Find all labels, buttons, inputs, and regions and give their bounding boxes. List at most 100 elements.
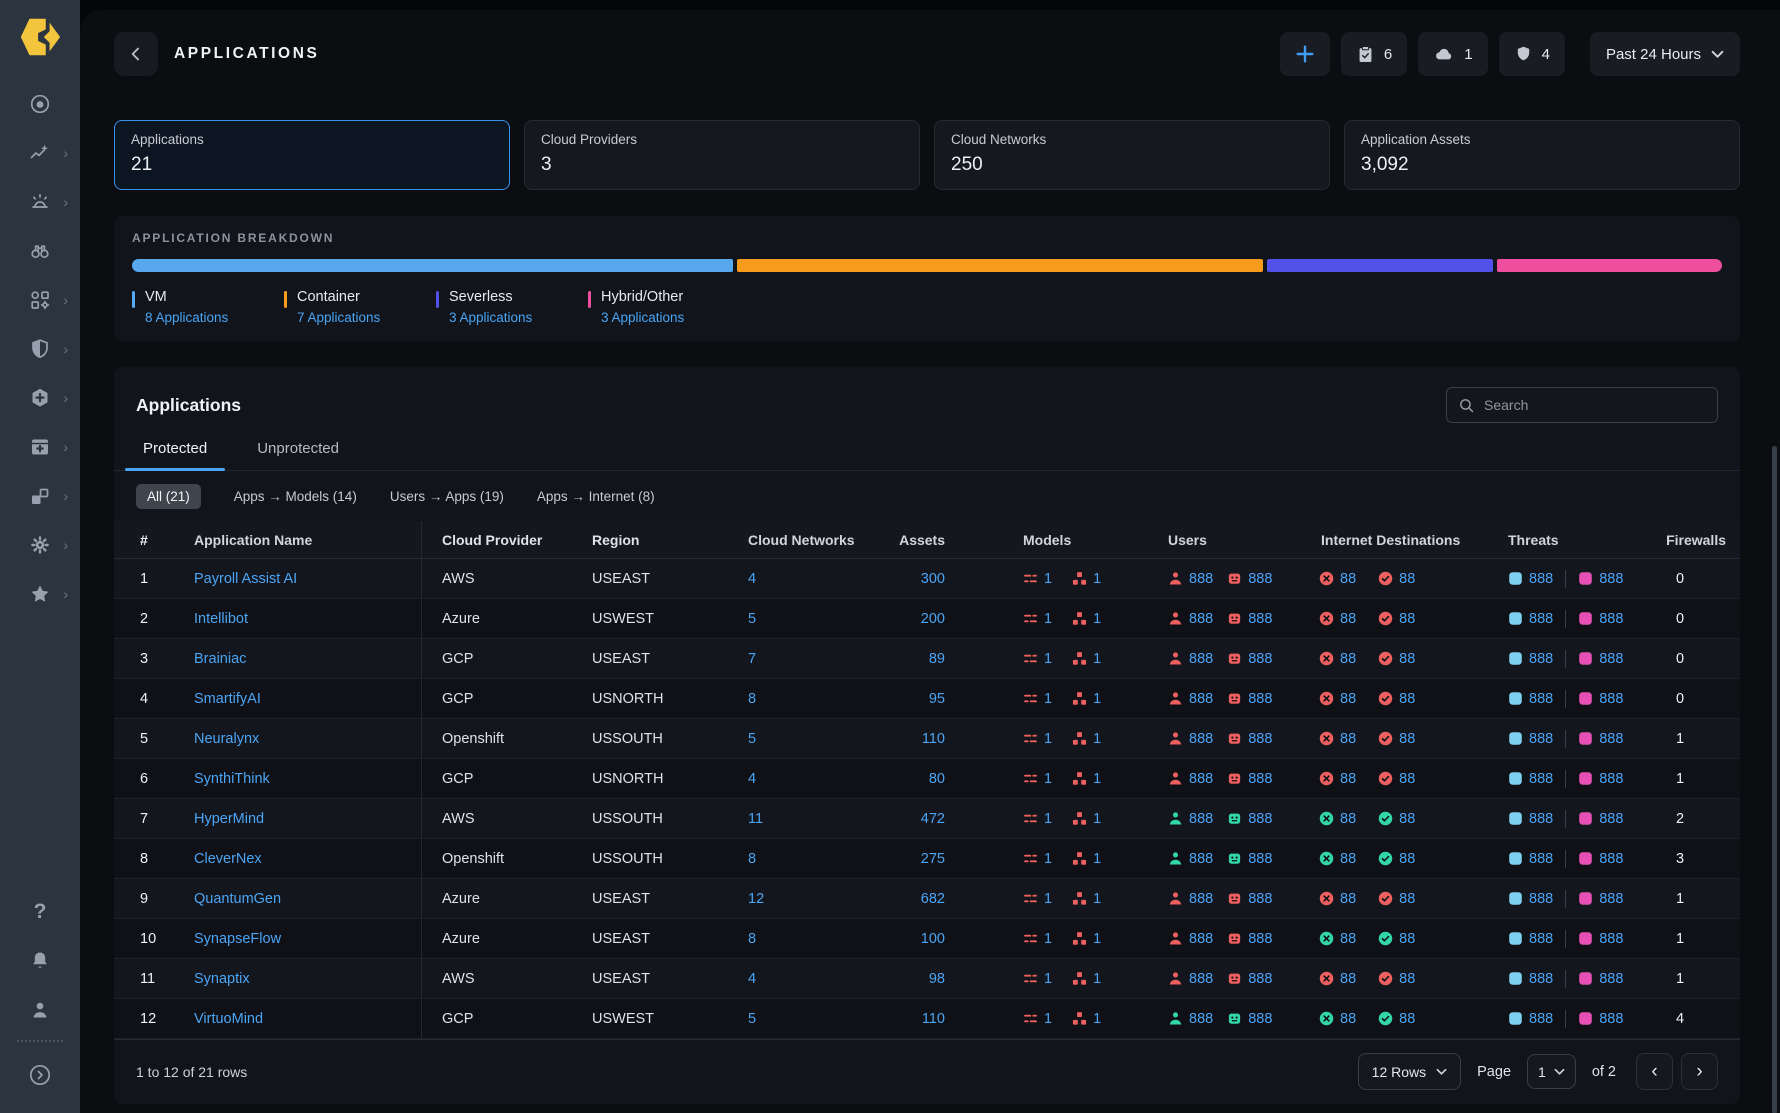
model-cluster-count[interactable]: 1 xyxy=(1072,651,1101,667)
model-flows-count[interactable]: 1 xyxy=(1023,811,1052,827)
prisma-logo[interactable] xyxy=(17,13,63,61)
stat-card-cloud-networks[interactable]: Cloud Networks 250 xyxy=(934,120,1330,190)
model-flows-count[interactable]: 1 xyxy=(1023,931,1052,947)
scrollbar-thumb[interactable] xyxy=(1772,446,1777,1113)
tab-protected[interactable]: Protected xyxy=(136,440,214,470)
sidebar-item-alerts[interactable]: › xyxy=(0,177,80,226)
network-threats-count[interactable]: 888 xyxy=(1508,891,1553,907)
network-threats-count[interactable]: 888 xyxy=(1508,811,1553,827)
human-users-count[interactable]: 888 xyxy=(1168,891,1213,907)
human-users-count[interactable]: 888 xyxy=(1168,691,1213,707)
scan-counter-chip[interactable]: 6 xyxy=(1341,32,1407,76)
filter-apps-models[interactable]: Apps → Models (14) xyxy=(234,489,357,504)
model-cluster-count[interactable]: 1 xyxy=(1072,1011,1101,1027)
human-users-count[interactable]: 888 xyxy=(1168,1011,1213,1027)
sidebar-item-add-window[interactable]: › xyxy=(0,422,80,471)
agent-users-count[interactable]: 888 xyxy=(1227,611,1272,627)
allowed-destinations-count[interactable]: 88 xyxy=(1378,571,1415,587)
agent-users-count[interactable]: 888 xyxy=(1227,1011,1272,1027)
notifications-button[interactable] xyxy=(0,936,80,985)
sidebar-item-inventory[interactable]: › xyxy=(0,471,80,520)
breakdown-segment[interactable] xyxy=(1497,259,1722,272)
blocked-destinations-count[interactable]: 88 xyxy=(1319,771,1356,787)
search-input[interactable] xyxy=(1484,397,1706,413)
column-header-firewalls[interactable]: Firewalls xyxy=(1650,532,1740,548)
legend-applications-link[interactable]: 3 Applications xyxy=(601,310,684,325)
cloud-networks-link[interactable]: 5 xyxy=(748,731,888,747)
model-cluster-count[interactable]: 1 xyxy=(1072,891,1101,907)
blocked-destinations-count[interactable]: 88 xyxy=(1319,731,1356,747)
model-cluster-count[interactable]: 1 xyxy=(1072,811,1101,827)
human-users-count[interactable]: 888 xyxy=(1168,771,1213,787)
cloud-networks-link[interactable]: 12 xyxy=(748,891,888,907)
model-cluster-count[interactable]: 1 xyxy=(1072,851,1101,867)
column-header-region[interactable]: Region xyxy=(590,532,748,548)
search-box[interactable] xyxy=(1446,387,1718,423)
application-link[interactable]: VirtuoMind xyxy=(194,1011,263,1027)
legend-applications-link[interactable]: 8 Applications xyxy=(145,310,228,325)
agent-users-count[interactable]: 888 xyxy=(1227,571,1272,587)
model-cluster-count[interactable]: 1 xyxy=(1072,571,1101,587)
app-threats-count[interactable]: 888 xyxy=(1578,771,1623,787)
assets-link[interactable]: 100 xyxy=(888,931,998,947)
sidebar-item-security[interactable]: › xyxy=(0,324,80,373)
filter-all[interactable]: All (21) xyxy=(136,484,201,509)
network-threats-count[interactable]: 888 xyxy=(1508,771,1553,787)
application-link[interactable]: Synaptix xyxy=(194,971,250,987)
app-threats-count[interactable]: 888 xyxy=(1578,611,1623,627)
blocked-destinations-count[interactable]: 88 xyxy=(1319,1011,1356,1027)
blocked-destinations-count[interactable]: 88 xyxy=(1319,971,1356,987)
cloud-networks-link[interactable]: 5 xyxy=(748,611,888,627)
assets-link[interactable]: 110 xyxy=(888,1011,998,1027)
add-button[interactable] xyxy=(1280,32,1330,76)
stat-card-application-assets[interactable]: Application Assets 3,092 xyxy=(1344,120,1740,190)
model-cluster-count[interactable]: 1 xyxy=(1072,611,1101,627)
network-threats-count[interactable]: 888 xyxy=(1508,971,1553,987)
column-header-assets[interactable]: Assets xyxy=(888,532,998,548)
agent-users-count[interactable]: 888 xyxy=(1227,731,1272,747)
column-header-cloud-provider[interactable]: Cloud Provider xyxy=(422,532,590,548)
agent-users-count[interactable]: 888 xyxy=(1227,971,1272,987)
agent-users-count[interactable]: 888 xyxy=(1227,851,1272,867)
shield-counter-chip[interactable]: 4 xyxy=(1499,32,1565,76)
allowed-destinations-count[interactable]: 88 xyxy=(1378,1011,1415,1027)
model-flows-count[interactable]: 1 xyxy=(1023,891,1052,907)
filter-apps-internet[interactable]: Apps → Internet (8) xyxy=(537,489,655,504)
column-header-internet-destinations[interactable]: Internet Destinations xyxy=(1313,532,1508,548)
allowed-destinations-count[interactable]: 88 xyxy=(1378,651,1415,667)
blocked-destinations-count[interactable]: 88 xyxy=(1319,571,1356,587)
blocked-destinations-count[interactable]: 88 xyxy=(1319,891,1356,907)
model-flows-count[interactable]: 1 xyxy=(1023,571,1052,587)
human-users-count[interactable]: 888 xyxy=(1168,731,1213,747)
app-threats-count[interactable]: 888 xyxy=(1578,931,1623,947)
next-page-button[interactable]: › xyxy=(1681,1053,1718,1090)
app-threats-count[interactable]: 888 xyxy=(1578,651,1623,667)
assets-link[interactable]: 98 xyxy=(888,971,998,987)
sidebar-item-settings[interactable]: › xyxy=(0,520,80,569)
expand-sidebar-button[interactable] xyxy=(0,1050,80,1099)
model-flows-count[interactable]: 1 xyxy=(1023,651,1052,667)
tab-unprotected[interactable]: Unprotected xyxy=(250,440,346,470)
network-threats-count[interactable]: 888 xyxy=(1508,731,1553,747)
page-selector[interactable]: 1 xyxy=(1527,1054,1576,1089)
breakdown-segment[interactable] xyxy=(737,259,1263,272)
allowed-destinations-count[interactable]: 88 xyxy=(1378,811,1415,827)
model-cluster-count[interactable]: 1 xyxy=(1072,771,1101,787)
human-users-count[interactable]: 888 xyxy=(1168,851,1213,867)
model-flows-count[interactable]: 1 xyxy=(1023,611,1052,627)
model-cluster-count[interactable]: 1 xyxy=(1072,971,1101,987)
human-users-count[interactable]: 888 xyxy=(1168,811,1213,827)
help-button[interactable]: ? xyxy=(0,887,80,936)
column-header-cloud-networks[interactable]: Cloud Networks xyxy=(748,532,888,548)
cloud-networks-link[interactable]: 11 xyxy=(748,811,888,827)
sidebar-item-radar[interactable] xyxy=(0,79,80,128)
network-threats-count[interactable]: 888 xyxy=(1508,651,1553,667)
model-flows-count[interactable]: 1 xyxy=(1023,851,1052,867)
column-header-users[interactable]: Users xyxy=(1168,532,1313,548)
assets-link[interactable]: 472 xyxy=(888,811,998,827)
app-threats-count[interactable]: 888 xyxy=(1578,1011,1623,1027)
application-link[interactable]: Intellibot xyxy=(194,611,248,627)
column-header-threats[interactable]: Threats xyxy=(1508,532,1650,548)
sidebar-item-policies[interactable]: › xyxy=(0,373,80,422)
assets-link[interactable]: 200 xyxy=(888,611,998,627)
